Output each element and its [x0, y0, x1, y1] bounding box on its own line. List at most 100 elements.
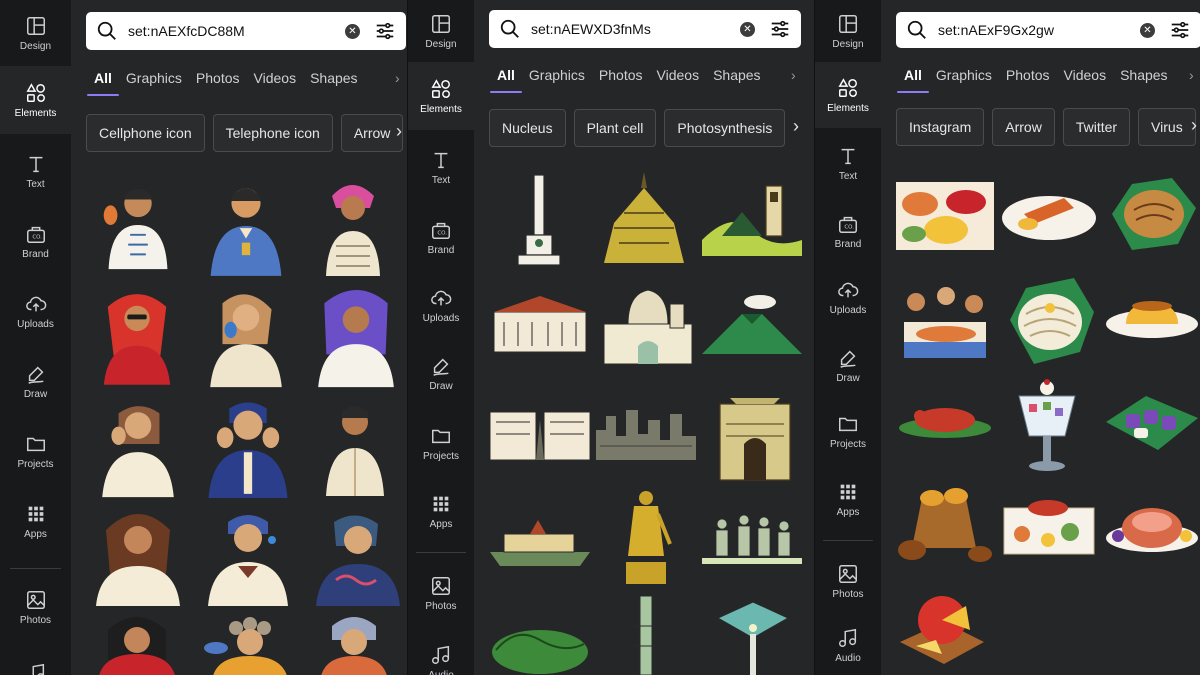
- person-illustration[interactable]: [322, 394, 388, 498]
- rail-elements[interactable]: Elements: [815, 62, 881, 128]
- chevron-right-icon[interactable]: ›: [395, 70, 400, 86]
- rail-draw[interactable]: Draw: [0, 348, 71, 414]
- rail-brand[interactable]: CO. Brand: [0, 208, 71, 274]
- person-illustration[interactable]: [194, 174, 298, 278]
- cheese-illustration[interactable]: [896, 590, 986, 670]
- person-illustration[interactable]: [198, 612, 298, 675]
- rail-design[interactable]: Design: [408, 0, 474, 62]
- lamp-illustration[interactable]: [714, 598, 792, 675]
- rail-design[interactable]: Design: [0, 0, 71, 66]
- chip[interactable]: Telephone icon: [212, 114, 333, 152]
- tab-videos[interactable]: Videos: [1064, 67, 1107, 93]
- ham-illustration[interactable]: [1104, 498, 1200, 556]
- person-illustration[interactable]: [196, 394, 300, 498]
- chevron-right-icon[interactable]: ›: [791, 67, 796, 83]
- clear-icon[interactable]: ✕: [1140, 22, 1155, 38]
- tab-graphics[interactable]: Graphics: [936, 67, 992, 93]
- rail-uploads[interactable]: Uploads: [815, 264, 881, 330]
- filter-icon[interactable]: [374, 20, 396, 42]
- rail-projects[interactable]: Projects: [408, 410, 474, 476]
- chip[interactable]: Nucleus: [489, 109, 566, 147]
- person-illustration[interactable]: [316, 612, 392, 675]
- search-bar[interactable]: ✕: [86, 12, 406, 50]
- dessert-illustration[interactable]: [1015, 376, 1079, 474]
- street-illustration[interactable]: [490, 402, 590, 464]
- chip[interactable]: Cellphone icon: [86, 114, 205, 152]
- chip[interactable]: Photosynthesis: [664, 109, 786, 147]
- rail-elements[interactable]: Elements: [408, 62, 474, 130]
- chevron-right-icon[interactable]: ›: [396, 121, 402, 142]
- building-illustration[interactable]: [490, 292, 590, 358]
- fort-illustration[interactable]: [710, 384, 800, 482]
- rail-text[interactable]: Text: [815, 130, 881, 196]
- volcano-illustration[interactable]: [702, 292, 802, 358]
- search-input[interactable]: [938, 22, 1140, 38]
- chevron-right-icon[interactable]: ›: [1191, 115, 1197, 136]
- rail-text[interactable]: Text: [0, 138, 71, 204]
- rail-brand[interactable]: CO. Brand: [408, 204, 474, 270]
- rail-photos[interactable]: Photos: [0, 574, 71, 640]
- tab-all[interactable]: All: [490, 67, 522, 93]
- person-illustration[interactable]: [200, 284, 292, 388]
- tab-shapes[interactable]: Shapes: [310, 70, 357, 96]
- tab-photos[interactable]: Photos: [196, 70, 240, 96]
- rail-apps[interactable]: Apps: [815, 466, 881, 532]
- church-illustration[interactable]: [702, 180, 802, 256]
- person-illustration[interactable]: [306, 504, 406, 608]
- rail-apps[interactable]: Apps: [0, 488, 71, 554]
- rail-photos[interactable]: Photos: [815, 548, 881, 614]
- person-illustration[interactable]: [86, 506, 190, 606]
- tab-videos[interactable]: Videos: [657, 67, 700, 93]
- filter-icon[interactable]: [1169, 19, 1191, 41]
- rail-audio[interactable]: Audio: [408, 632, 474, 675]
- tab-videos[interactable]: Videos: [254, 70, 297, 96]
- chip[interactable]: Arrow: [340, 114, 404, 152]
- person-illustration[interactable]: [92, 394, 184, 498]
- food-illustration[interactable]: [896, 182, 994, 250]
- search-bar[interactable]: ✕: [489, 10, 801, 48]
- tab-all[interactable]: All: [897, 67, 929, 93]
- person-illustration[interactable]: [310, 284, 402, 388]
- rail-photos[interactable]: Photos: [408, 560, 474, 626]
- feast-illustration[interactable]: [1000, 494, 1098, 558]
- tower-illustration[interactable]: [626, 596, 666, 675]
- rail-draw[interactable]: Draw: [408, 340, 474, 406]
- rail-draw[interactable]: Draw: [815, 332, 881, 398]
- chip[interactable]: Plant cell: [573, 109, 657, 147]
- chip[interactable]: Instagram: [896, 108, 985, 146]
- tab-graphics[interactable]: Graphics: [126, 70, 182, 96]
- search-input[interactable]: [531, 21, 740, 37]
- chip[interactable]: Arrow: [992, 108, 1055, 146]
- search-input[interactable]: [128, 23, 345, 39]
- chip[interactable]: Virus: [1138, 108, 1196, 146]
- food-illustration[interactable]: [1104, 294, 1200, 340]
- tab-graphics[interactable]: Graphics: [529, 67, 585, 93]
- person-illustration[interactable]: [98, 284, 176, 388]
- ship-illustration[interactable]: [490, 512, 590, 572]
- tab-photos[interactable]: Photos: [1006, 67, 1050, 93]
- rail-audio[interactable]: Audio: [815, 616, 881, 674]
- food-illustration[interactable]: [1104, 174, 1200, 254]
- chip[interactable]: Twitter: [1062, 108, 1131, 146]
- rail-apps[interactable]: Apps: [408, 478, 474, 544]
- clear-icon[interactable]: ✕: [345, 23, 360, 39]
- food-illustration[interactable]: [1104, 392, 1200, 452]
- person-illustration[interactable]: [318, 174, 388, 278]
- hills-illustration[interactable]: [490, 620, 590, 675]
- bread-illustration[interactable]: [896, 488, 994, 566]
- rail-projects[interactable]: Projects: [815, 398, 881, 464]
- filter-icon[interactable]: [769, 18, 791, 40]
- rail-brand[interactable]: CO. Brand: [815, 198, 881, 264]
- rail-uploads[interactable]: Uploads: [0, 278, 71, 344]
- cathedral-illustration[interactable]: [598, 284, 698, 368]
- tab-photos[interactable]: Photos: [599, 67, 643, 93]
- search-bar[interactable]: ✕: [896, 12, 1200, 48]
- rail-elements[interactable]: Elements: [0, 66, 71, 134]
- person-illustration[interactable]: [198, 504, 298, 608]
- statue-illustration[interactable]: [616, 486, 676, 590]
- clear-icon[interactable]: ✕: [740, 21, 755, 37]
- tab-shapes[interactable]: Shapes: [713, 67, 760, 93]
- monument-illustration[interactable]: [594, 168, 694, 268]
- food-illustration[interactable]: [896, 400, 994, 440]
- tab-all[interactable]: All: [87, 70, 119, 96]
